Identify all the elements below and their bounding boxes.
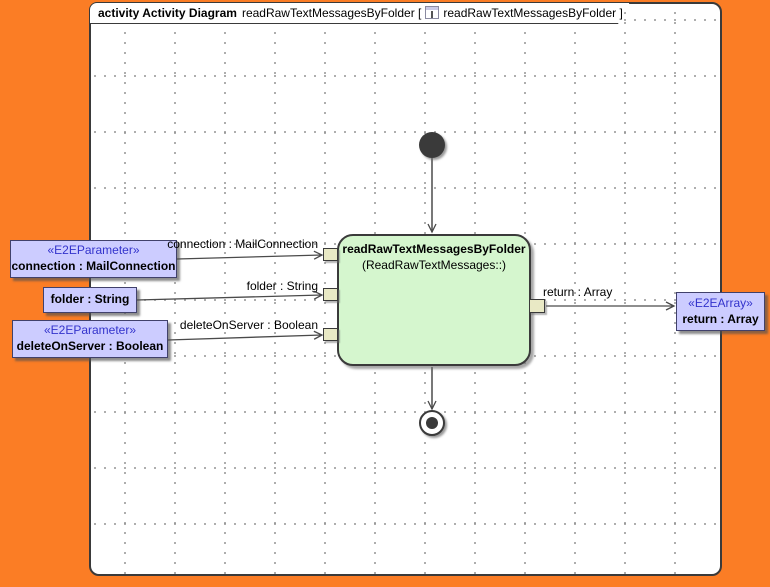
activity-final-dot: [426, 417, 438, 429]
param-name: folder : String: [50, 292, 130, 307]
activity-node-title: readRawTextMessagesByFolder: [342, 242, 526, 256]
frame-tab-label: activity Activity Diagram readRawTextMess…: [98, 6, 623, 20]
diagram-window: activity Activity Diagram readRawTextMess…: [0, 0, 770, 587]
activity-node-qualifier: (ReadRawTextMessages::): [361, 258, 507, 273]
edge-label-folder[interactable]: folder : String: [247, 279, 318, 293]
edge-label-return[interactable]: return : Array: [543, 285, 612, 299]
param-box-folder[interactable]: folder : String: [43, 287, 137, 313]
edge-label-connection[interactable]: connection : MailConnection: [167, 237, 318, 251]
stereotype-label: «E2EParameter»: [47, 243, 140, 258]
activity-diagram-icon: [425, 6, 440, 19]
frame-ref-name: readRawTextMessagesByFolder ]: [443, 6, 623, 20]
stereotype-label: «E2EParameter»: [43, 323, 137, 338]
param-box-return[interactable]: «E2EArray» return : Array: [676, 292, 765, 331]
input-pin-connection[interactable]: [323, 248, 338, 261]
param-name: deleteOnServer : Boolean: [16, 339, 164, 353]
param-name: return : Array: [682, 311, 759, 326]
param-name: connection : MailConnection: [11, 259, 176, 273]
input-pin-folder[interactable]: [323, 288, 338, 301]
activity-node[interactable]: readRawTextMessagesByFolder (ReadRawText…: [337, 234, 531, 366]
edge-label-deleteOnServer[interactable]: deleteOnServer : Boolean: [180, 318, 318, 332]
output-pin-return[interactable]: [529, 299, 545, 313]
frame-diagram-name: readRawTextMessagesByFolder [: [241, 6, 422, 20]
input-pin-deleteOnServer[interactable]: [323, 328, 338, 341]
initial-node[interactable]: [419, 132, 445, 158]
activity-final-node[interactable]: [419, 410, 445, 436]
stereotype-label: «E2EArray»: [688, 295, 753, 310]
frame-keyword: activity Activity Diagram: [98, 6, 237, 20]
param-box-deleteOnServer[interactable]: «E2EParameter» deleteOnServer : Boolean: [12, 320, 168, 358]
param-box-connection[interactable]: «E2EParameter» connection : MailConnecti…: [10, 240, 177, 278]
